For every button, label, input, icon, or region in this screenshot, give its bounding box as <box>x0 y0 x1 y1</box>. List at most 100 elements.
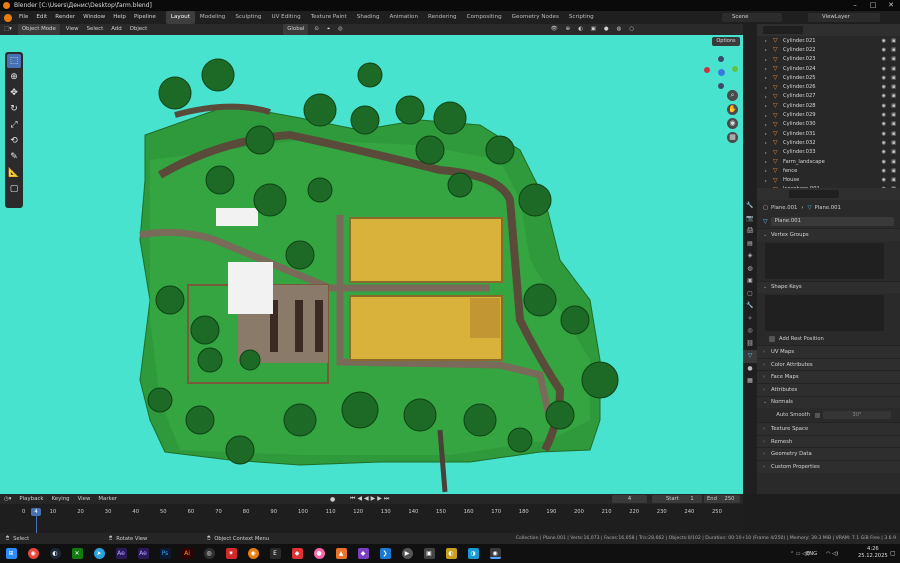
camera-icon[interactable]: ▣ <box>891 84 896 90</box>
outliner-item[interactable]: ▸ ▽ Cylinder.025 ◉ ▣ <box>757 73 900 82</box>
obs-icon[interactable]: ◎ <box>203 548 215 559</box>
epic-games-icon[interactable]: E <box>269 548 281 559</box>
menu-select[interactable]: Select <box>83 24 108 35</box>
outliner-item[interactable]: ▸ ▽ Cylinder.023 ◉ ▣ <box>757 55 900 64</box>
rotate-icon[interactable]: ↻ <box>7 102 21 116</box>
chrome-icon[interactable]: ◉ <box>27 548 39 559</box>
tab-modeling[interactable]: Modeling <box>195 11 230 24</box>
section-custom-properties[interactable]: › Custom Properties <box>757 459 900 473</box>
gizmo-icon[interactable]: ⊕ <box>562 24 575 35</box>
timeline[interactable]: ◷▾ Playback Keying View Marker ● ⏮◀◀▶▶⏭ … <box>0 494 743 533</box>
blender-alt-icon[interactable]: ◉ <box>247 548 259 559</box>
annotate-icon[interactable]: ✎ <box>7 150 21 164</box>
expand-icon[interactable]: ▸ <box>765 140 773 145</box>
eye-icon[interactable]: ◉ <box>882 168 886 174</box>
end-frame-field[interactable]: End 250 <box>704 495 740 503</box>
menu-add[interactable]: Add <box>107 24 125 35</box>
menu-marker[interactable]: Marker <box>94 494 121 505</box>
expand-icon[interactable]: ▸ <box>765 85 773 90</box>
blender-taskbar-icon[interactable]: ◉ <box>489 548 501 559</box>
auto-smooth-angle-field[interactable]: 30° <box>823 411 891 420</box>
mesh-name-field[interactable]: Plane.001 <box>770 217 894 226</box>
expand-icon[interactable]: ▸ <box>765 57 773 62</box>
shading-material-icon[interactable]: ◍ <box>613 24 626 35</box>
object-tab-icon[interactable]: ▢ <box>743 288 757 301</box>
minimize-icon[interactable]: – <box>846 0 864 11</box>
tab-scripting[interactable]: Scripting <box>564 11 599 24</box>
view-layer-tab-icon[interactable]: ▤ <box>743 238 757 251</box>
menu-pipeline[interactable]: Pipeline <box>130 11 160 24</box>
constraints-tab-icon[interactable]: ⛓ <box>743 338 757 351</box>
vscode-icon[interactable]: ❯ <box>379 548 391 559</box>
wifi-icon[interactable]: ◠ ◁) <box>826 551 838 557</box>
auto-smooth-checkbox[interactable] <box>815 412 820 418</box>
tab-geometry-nodes[interactable]: Geometry Nodes <box>507 11 564 24</box>
particles-tab-icon[interactable]: ✧ <box>743 313 757 326</box>
outliner-search-input[interactable] <box>763 26 803 34</box>
outliner-item[interactable]: ▸ ▽ fence ◉ ▣ <box>757 166 900 175</box>
visual-studio-icon[interactable]: ◆ <box>357 548 369 559</box>
visibility-icon[interactable]: 👁 <box>547 24 562 35</box>
section-uv-maps[interactable]: › UV Maps <box>757 345 900 358</box>
section-vertex-groups[interactable]: ⌄ Vertex Groups <box>757 228 900 241</box>
section-face-maps[interactable]: › Face Maps <box>757 370 900 383</box>
outliner-item[interactable]: ▸ ▽ Farm_landscape ◉ ▣ <box>757 157 900 166</box>
expand-icon[interactable]: ▸ <box>765 94 773 99</box>
menu-window[interactable]: Window <box>79 11 109 24</box>
language-indicator[interactable]: ENG <box>806 551 817 557</box>
menu-object[interactable]: Object <box>126 24 152 35</box>
eye-icon[interactable]: ◉ <box>882 149 886 155</box>
outliner-item[interactable]: ▸ ▽ Cylinder.029 ◉ ▣ <box>757 110 900 119</box>
shading-solid-icon[interactable]: ● <box>600 24 613 35</box>
physics-tab-icon[interactable]: ◎ <box>743 325 757 338</box>
maximize-icon[interactable]: □ <box>864 0 882 11</box>
section-attributes[interactable]: › Attributes <box>757 382 900 396</box>
mesh-data-tab-icon[interactable]: ▽ <box>743 350 757 363</box>
tab-compositing[interactable]: Compositing <box>462 11 507 24</box>
camera-icon[interactable]: ▣ <box>891 103 896 109</box>
zoom-icon[interactable]: ⌕ <box>727 90 738 101</box>
menu-view[interactable]: View <box>62 24 83 35</box>
output-tab-icon[interactable]: 🖨 <box>743 225 757 238</box>
camera-icon[interactable]: ▣ <box>891 56 896 62</box>
menu-render[interactable]: Render <box>51 11 79 24</box>
outliner-item[interactable]: ▸ ▽ Cylinder.024 ◉ ▣ <box>757 64 900 73</box>
camera-icon[interactable]: ▣ <box>891 75 896 81</box>
eye-icon[interactable]: ◉ <box>882 84 886 90</box>
expand-icon[interactable]: ▸ <box>765 47 773 52</box>
eye-icon[interactable]: ◉ <box>882 131 886 137</box>
outliner[interactable]: ▸ ▽ Cylinder.021 ◉ ▣ ▸ ▽ Cylinder.022 ◉ ▣ ▸ ▽ Cylind… <box>757 24 900 188</box>
record-icon[interactable]: ● <box>330 496 335 503</box>
clock[interactable]: 4:26 25.12.2025 <box>858 546 888 560</box>
camera-icon[interactable]: ▣ <box>891 159 896 165</box>
current-frame-field[interactable]: 4 <box>612 495 647 503</box>
osu-icon[interactable]: ● <box>313 548 325 559</box>
transform-icon[interactable]: ⟲ <box>7 134 21 148</box>
snap-icon[interactable]: ⌖ <box>323 24 334 35</box>
vertex-groups-list[interactable] <box>765 242 884 279</box>
xray-icon[interactable]: ▣ <box>587 24 600 35</box>
outliner-item[interactable]: ▸ ▽ Cylinder.027 ◉ ▣ <box>757 92 900 101</box>
camera-icon[interactable]: ▣ <box>891 38 896 44</box>
camera-icon[interactable]: ▣ <box>891 66 896 72</box>
world-tab-icon[interactable]: ◍ <box>743 263 757 276</box>
eye-icon[interactable]: ◉ <box>882 38 886 44</box>
expand-icon[interactable]: ▸ <box>765 103 773 108</box>
outliner-item[interactable]: ▸ ▽ House ◉ ▣ <box>757 175 900 184</box>
overlay-icon[interactable]: ◐ <box>574 24 587 35</box>
section-normals[interactable]: ⌄ Normals <box>757 395 900 409</box>
camera-icon[interactable]: ▣ <box>891 177 896 183</box>
section-shape-keys[interactable]: ⌄ Shape Keys <box>757 280 900 294</box>
eye-icon[interactable]: ◉ <box>882 56 886 62</box>
eye-icon[interactable]: ◉ <box>882 140 886 146</box>
outliner-item[interactable]: ▸ ▽ Cylinder.028 ◉ ▣ <box>757 101 900 110</box>
mode-dropdown[interactable]: Object Mode <box>17 24 60 35</box>
telegram-icon[interactable]: ➤ <box>93 548 105 559</box>
app-red-icon[interactable]: ◆ <box>291 548 303 559</box>
tab-texture-paint[interactable]: Texture Paint <box>306 11 352 24</box>
material-tab-icon[interactable]: ● <box>743 363 757 376</box>
menu-view-timeline[interactable]: View <box>74 494 95 505</box>
modifier-tab-icon[interactable]: 🔧 <box>743 300 757 313</box>
scene-selector[interactable]: Scene <box>722 13 782 22</box>
outliner-item[interactable]: ▸ ▽ Cylinder.026 ◉ ▣ <box>757 82 900 91</box>
